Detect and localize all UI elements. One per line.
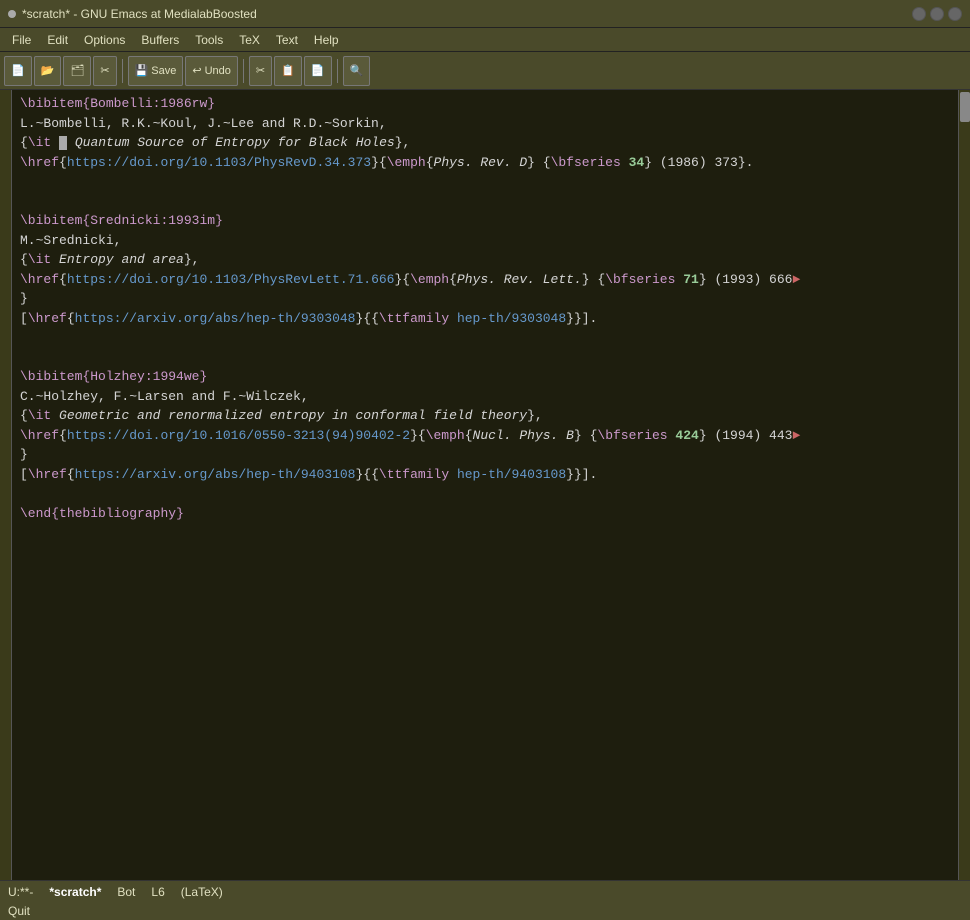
maximize-button[interactable] xyxy=(930,7,944,21)
menu-help[interactable]: Help xyxy=(306,31,347,49)
editor-layout: \bibitem{Bombelli:1986rw} L.~Bombelli, R… xyxy=(0,90,970,880)
window-title: *scratch* - GNU Emacs at MedialabBoosted xyxy=(22,7,257,21)
editor-gutter xyxy=(0,90,12,880)
undo-label: Undo xyxy=(205,65,231,77)
title-bar: *scratch* - GNU Emacs at MedialabBoosted xyxy=(0,0,970,28)
save-label: Save xyxy=(151,65,176,77)
open-dir-icon: 🗂 xyxy=(70,64,84,77)
undo-button[interactable]: ↩ Undo xyxy=(185,56,238,86)
save-icon: 💾 xyxy=(135,64,149,77)
toolbar-separator-2 xyxy=(243,59,244,83)
copy-button[interactable]: 📋 xyxy=(274,56,302,86)
major-mode: (LaTeX) xyxy=(181,885,223,899)
undo-icon: ↩ xyxy=(192,64,201,77)
cut-button[interactable]: ✂ xyxy=(93,56,116,86)
menu-options[interactable]: Options xyxy=(76,31,133,49)
status-bar: U:**- *scratch* Bot L6 (LaTeX) xyxy=(0,880,970,902)
scrollbar-thumb[interactable] xyxy=(960,92,970,122)
position-indicator: Bot xyxy=(117,885,135,899)
minimize-button[interactable] xyxy=(912,7,926,21)
open-file-icon: 📂 xyxy=(41,64,55,77)
new-file-icon: 📄 xyxy=(11,64,25,77)
menu-tools[interactable]: Tools xyxy=(187,31,231,49)
close-button[interactable] xyxy=(948,7,962,21)
save-button[interactable]: 💾 Save xyxy=(128,56,184,86)
buffer-name: *scratch* xyxy=(49,885,101,899)
menu-text[interactable]: Text xyxy=(268,31,306,49)
toolbar: 📄 📂 🗂 ✂ 💾 Save ↩ Undo ✂ 📋 📄 🔍 xyxy=(0,52,970,90)
active-indicator xyxy=(8,10,16,18)
copy-icon: 📋 xyxy=(281,64,295,77)
code-content: \bibitem{Bombelli:1986rw} L.~Bombelli, R… xyxy=(12,90,958,527)
cut2-button[interactable]: ✂ xyxy=(249,56,272,86)
cut2-icon: ✂ xyxy=(256,64,265,77)
menu-edit[interactable]: Edit xyxy=(39,31,76,49)
cut-icon: ✂ xyxy=(100,64,109,77)
mode-indicator: U:**- xyxy=(8,885,33,899)
menu-tex[interactable]: TeX xyxy=(231,31,268,49)
search-icon: 🔍 xyxy=(350,64,364,77)
open-file-button[interactable]: 📂 xyxy=(34,56,62,86)
window-controls xyxy=(912,7,962,21)
toolbar-separator-1 xyxy=(122,59,123,83)
echo-text: Quit xyxy=(8,904,30,918)
toolbar-separator-3 xyxy=(337,59,338,83)
search-button[interactable]: 🔍 xyxy=(343,56,371,86)
paste-button[interactable]: 📄 xyxy=(304,56,332,86)
menu-buffers[interactable]: Buffers xyxy=(133,31,187,49)
scrollbar[interactable] xyxy=(958,90,970,880)
new-file-button[interactable]: 📄 xyxy=(4,56,32,86)
paste-icon: 📄 xyxy=(311,64,325,77)
line-number: L6 xyxy=(151,885,164,899)
echo-area: Quit xyxy=(0,902,970,920)
open-dir-button[interactable]: 🗂 xyxy=(63,56,91,86)
editor-area[interactable]: \bibitem{Bombelli:1986rw} L.~Bombelli, R… xyxy=(12,90,958,880)
menu-file[interactable]: File xyxy=(4,31,39,49)
menu-bar: File Edit Options Buffers Tools TeX Text… xyxy=(0,28,970,52)
